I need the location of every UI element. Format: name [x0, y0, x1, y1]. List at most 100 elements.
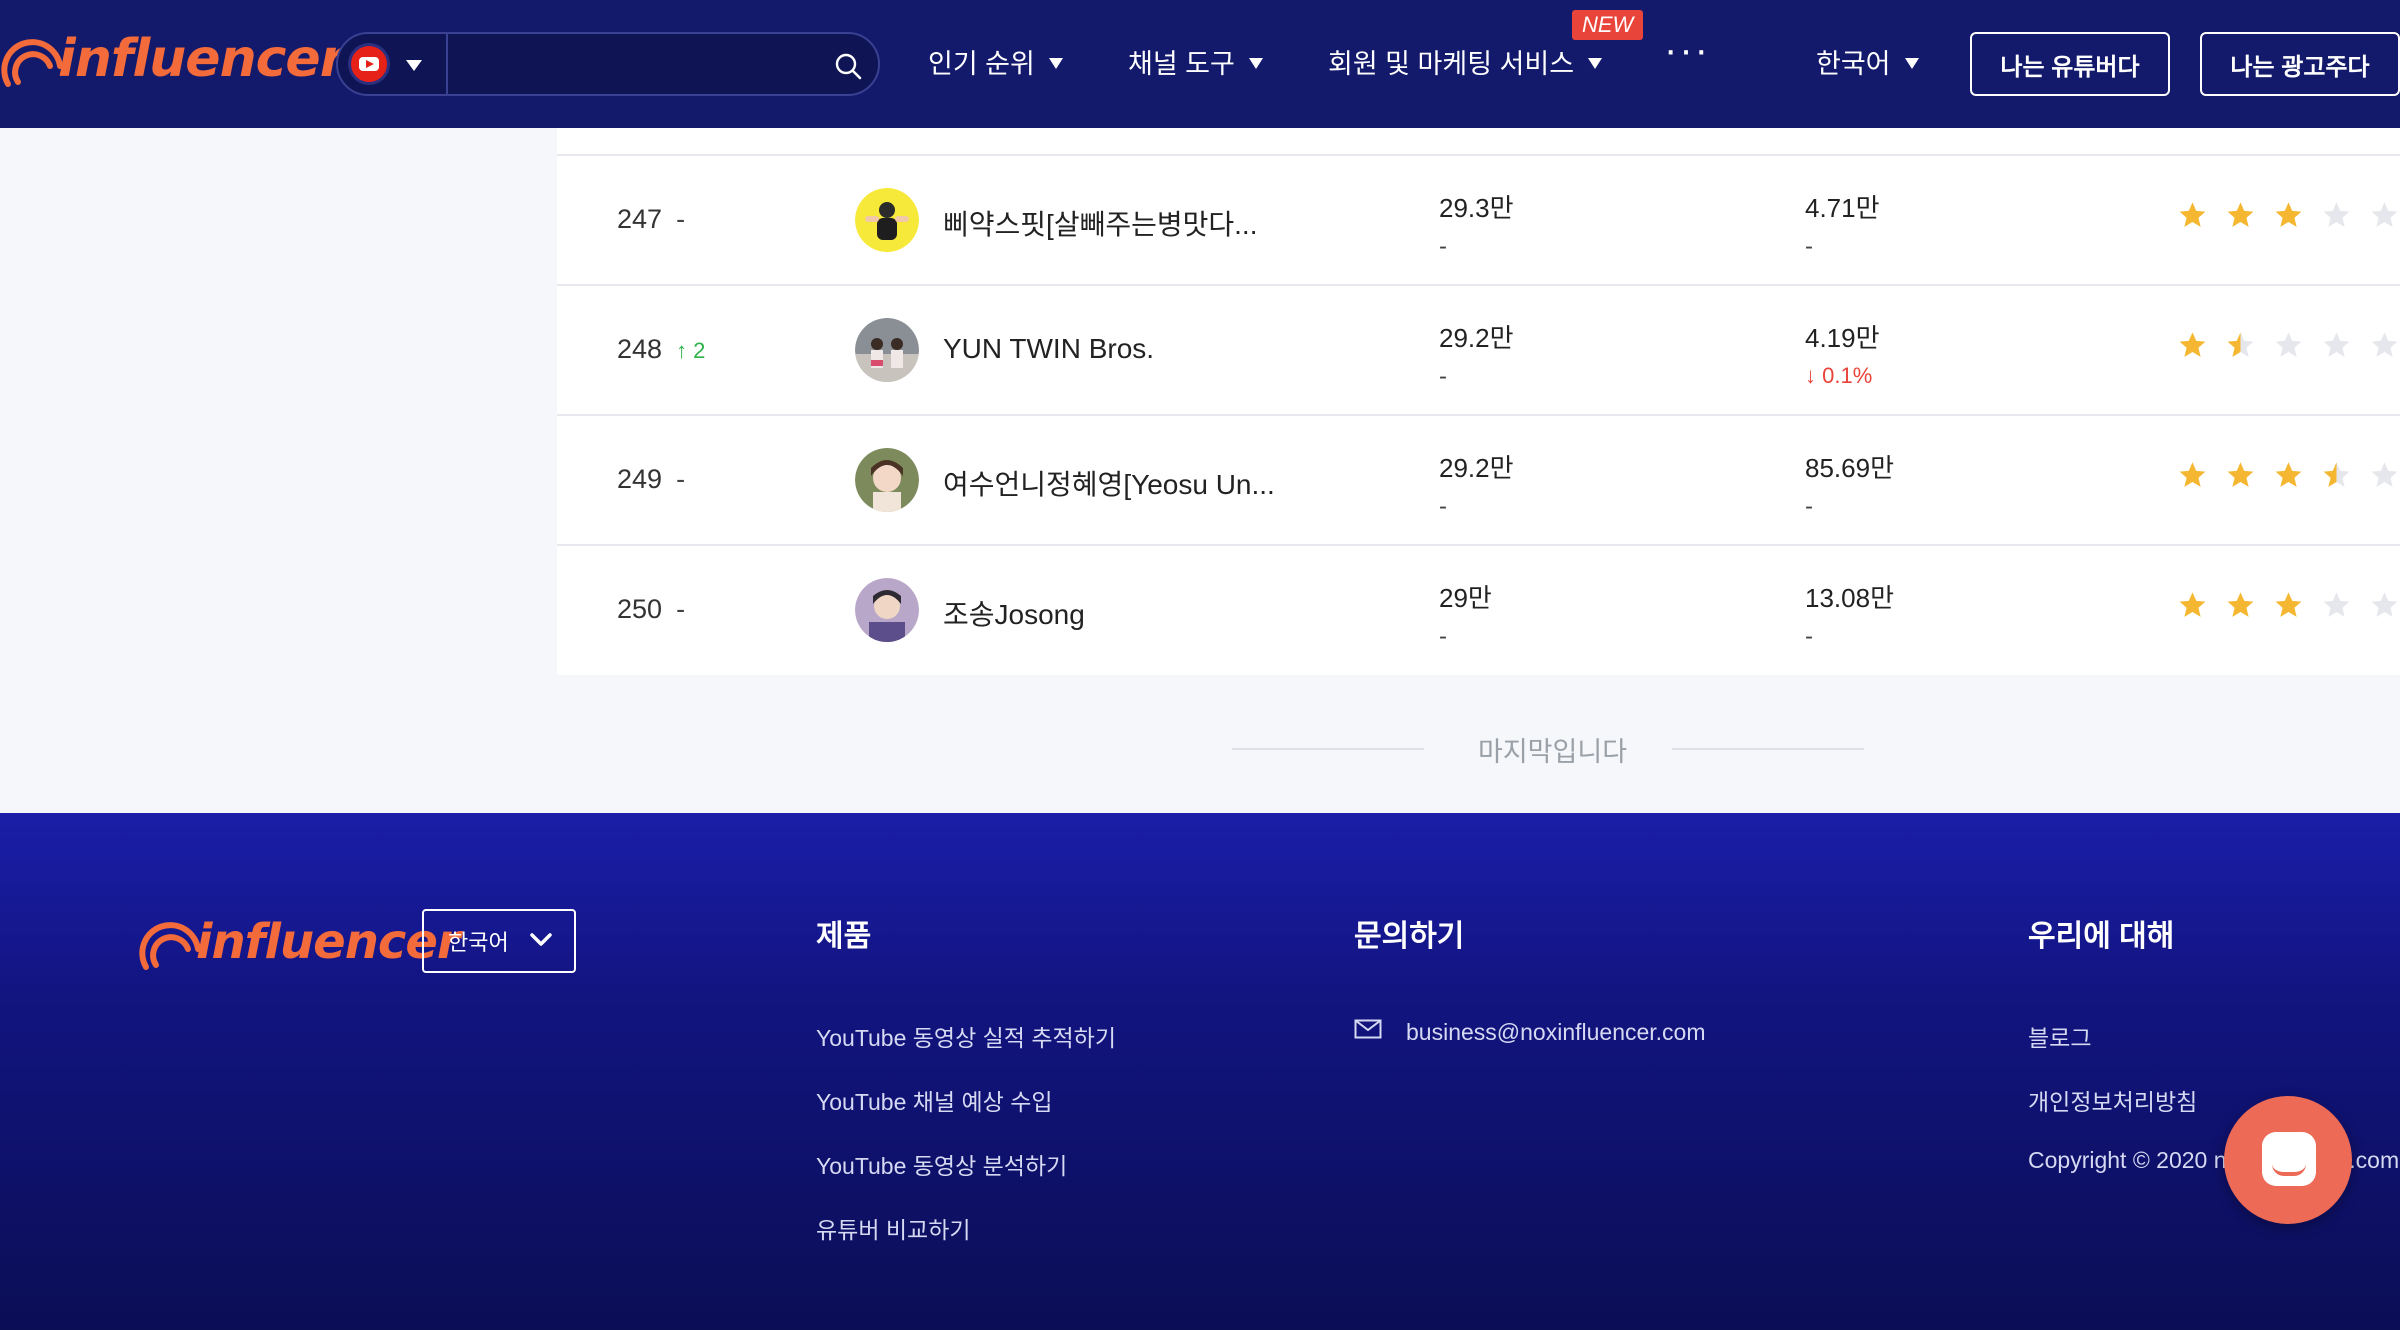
rank-cell: 248 ↑ 2 [617, 334, 705, 365]
views-change-down: ↓ 0.1% [1805, 363, 1873, 388]
nav-membership-services[interactable]: 회원 및 마케팅 서비스 [1328, 42, 1603, 81]
footer-link-channel-earnings[interactable]: YouTube 채널 예상 수입 [816, 1083, 1053, 1117]
contact-email-link[interactable]: business@noxinfluencer.com [1406, 1019, 1706, 1046]
contact-heading: 문의하기 [1354, 920, 1465, 953]
rating-stars [2177, 200, 2400, 231]
youtube-icon [348, 43, 390, 85]
rank-number: 248 [617, 334, 663, 364]
footer-language-label: 한국어 [448, 930, 509, 955]
youtuber-button[interactable]: 나는 유튜버다 [1970, 32, 2170, 96]
products-heading: 제품 [816, 920, 872, 953]
new-badge: NEW [1572, 10, 1644, 40]
channel-name[interactable]: 삐약스핏[살빼주는병맛다... [943, 203, 1257, 243]
rank-change: - [676, 594, 686, 624]
subscribers-change: - [1439, 233, 1447, 260]
more-menu-icon[interactable]: ··· [1664, 28, 1710, 73]
caret-down-icon [1248, 58, 1263, 69]
star-full-icon [2275, 592, 2302, 617]
channel-name[interactable]: 여수언니정혜영[Yeosu Un... [943, 463, 1275, 503]
nav-channel-tools-label: 채널 도구 [1128, 49, 1235, 79]
rating-stars [2177, 330, 2400, 361]
rating-stars [2177, 590, 2400, 621]
views-cell: 13.08만 - [1805, 578, 1894, 651]
caret-down-icon [1904, 58, 1919, 69]
channel-avatar[interactable] [855, 318, 919, 382]
rank-cell: 249- [617, 464, 685, 495]
table-row[interactable]: 249- 여수언니정혜영[Yeosu Un... 29.2만 - 85.69만 - [557, 416, 2400, 546]
rank-number: 250 [617, 594, 663, 624]
subscribers-cell: 29.2만 - [1439, 318, 1514, 391]
end-divider-left [1232, 748, 1424, 750]
star-empty-icon [2323, 332, 2350, 357]
search-input[interactable] [454, 40, 814, 88]
mail-icon [1354, 1019, 1382, 1039]
nav-channel-tools[interactable]: 채널 도구 [1128, 42, 1263, 81]
rank-cell: 247- [617, 204, 685, 235]
channel-avatar[interactable] [855, 188, 919, 252]
views-change: - [1805, 493, 1813, 520]
language-label: 한국어 [1816, 49, 1891, 79]
footer-link-privacy-policy[interactable]: 개인정보처리방침 [2028, 1083, 2197, 1117]
caret-down-icon [1048, 58, 1063, 69]
nav-rankings[interactable]: 인기 순위 [928, 42, 1063, 81]
site-footer: influencer 한국어 제품 YouTube 동영상 실적 추적하기 Yo… [0, 813, 2400, 1330]
star-full-icon [2227, 592, 2254, 617]
channel-name[interactable]: 조송Josong [943, 593, 1085, 633]
footer-language-selector[interactable]: 한국어 [422, 909, 576, 973]
platform-selector[interactable] [338, 34, 448, 94]
star-empty-icon [2371, 462, 2398, 487]
ranking-table: 247- 삐약스핏[살빼주는병맛다... 29.3만 - 4.71만 - 248 ↑ … [557, 128, 2400, 675]
star-empty-icon [2371, 202, 2398, 227]
subscribers-change: - [1439, 623, 1447, 650]
footer-logo[interactable]: influencer [138, 909, 461, 975]
subscribers-value: 29.2만 [1439, 453, 1514, 483]
star-full-icon [2179, 462, 2206, 487]
table-row[interactable]: 250- 조송Josong 29만 - 13.08만 - [557, 546, 2400, 676]
star-full-icon [2275, 462, 2302, 487]
nav-membership-label: 회원 및 마케팅 서비스 [1328, 49, 1575, 79]
rating-stars [2177, 460, 2400, 491]
table-row[interactable]: 248 ↑ 2 YUN TWIN Bros. 29.2만 - 4.19만 ↓ 0.1% [557, 286, 2400, 416]
logo-signal-icon [139, 922, 201, 970]
views-cell: 85.69만 - [1805, 448, 1894, 521]
subscribers-change: - [1439, 493, 1447, 520]
search-icon[interactable] [834, 52, 862, 80]
channel-search-box [336, 32, 880, 96]
subscribers-cell: 29.2만 - [1439, 448, 1514, 521]
star-full-icon [2275, 202, 2302, 227]
logo-signal-icon [1, 39, 63, 87]
subscribers-value: 29.2만 [1439, 323, 1514, 353]
rank-change: - [676, 464, 686, 494]
views-cell: 4.19만 ↓ 0.1% [1805, 318, 1880, 389]
rank-change: - [676, 204, 686, 234]
views-value: 13.08만 [1805, 583, 1894, 613]
rank-number: 247 [617, 204, 663, 234]
footer-link-video-tracking[interactable]: YouTube 동영상 실적 추적하기 [816, 1019, 1116, 1053]
end-of-list-label: 마지막입니다 [1478, 737, 1628, 767]
channel-name[interactable]: YUN TWIN Bros. [943, 333, 1154, 365]
table-row[interactable]: 247- 삐약스핏[살빼주는병맛다... 29.3만 - 4.71만 - [557, 156, 2400, 286]
end-divider-right [1672, 748, 1864, 750]
rank-change-up: ↑ 2 [676, 338, 706, 363]
star-empty-icon [2275, 332, 2302, 357]
site-logo[interactable]: influencer [0, 26, 345, 92]
footer-link-video-analysis[interactable]: YouTube 동영상 분석하기 [816, 1147, 1067, 1181]
channel-avatar[interactable] [855, 578, 919, 642]
caret-down-icon [1588, 58, 1603, 69]
advertiser-button[interactable]: 나는 광고주다 [2200, 32, 2400, 96]
chevron-down-icon [530, 933, 552, 946]
top-navbar: influencer 인기 순위 채널 도구 회원 및 마케팅 서비스 NEW … [0, 0, 2400, 128]
star-empty-icon [2323, 592, 2350, 617]
footer-link-blog[interactable]: 블로그 [2028, 1019, 2091, 1053]
chat-icon [2262, 1132, 2316, 1186]
footer-link-compare-youtubers[interactable]: 유튜버 비교하기 [816, 1211, 971, 1245]
views-change: - [1805, 233, 1813, 260]
rank-cell: 250- [617, 594, 685, 625]
live-chat-button[interactable] [2224, 1096, 2352, 1224]
about-heading: 우리에 대해 [2028, 920, 2175, 953]
channel-avatar[interactable] [855, 448, 919, 512]
language-selector[interactable]: 한국어 [1816, 42, 1919, 81]
star-full-icon [2227, 202, 2254, 227]
star-half-icon [2323, 462, 2350, 487]
subscribers-value: 29만 [1439, 583, 1492, 613]
